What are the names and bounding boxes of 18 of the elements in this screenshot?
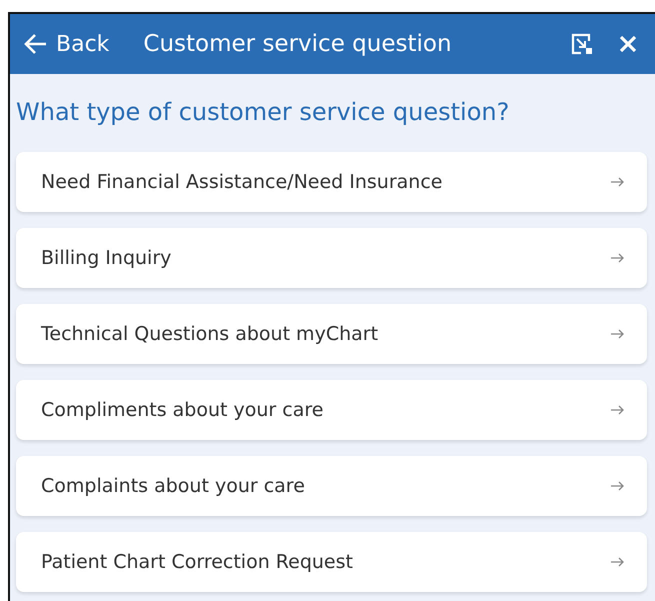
arrow-icon <box>611 557 625 567</box>
option-item[interactable]: Compliments about your care <box>16 380 647 440</box>
back-button[interactable]: Back <box>24 32 110 56</box>
back-arrow-icon <box>24 33 48 55</box>
option-item[interactable]: Need Financial Assistance/Need Insurance <box>16 152 647 212</box>
question-heading: What type of customer service question? <box>15 97 510 126</box>
arrow-icon <box>611 481 625 491</box>
close-icon <box>619 35 637 53</box>
option-item[interactable]: Complaints about your care <box>16 456 647 516</box>
option-item[interactable]: Patient Chart Correction Request <box>16 532 647 592</box>
arrow-icon <box>611 329 625 339</box>
popout-icon <box>571 33 593 55</box>
arrow-icon <box>611 177 625 187</box>
arrow-icon <box>611 253 625 263</box>
window-title: Customer service question <box>143 31 453 57</box>
arrow-icon <box>611 405 625 415</box>
option-item[interactable]: Technical Questions about myChart <box>16 304 647 364</box>
option-item[interactable]: Billing Inquiry <box>16 228 647 288</box>
